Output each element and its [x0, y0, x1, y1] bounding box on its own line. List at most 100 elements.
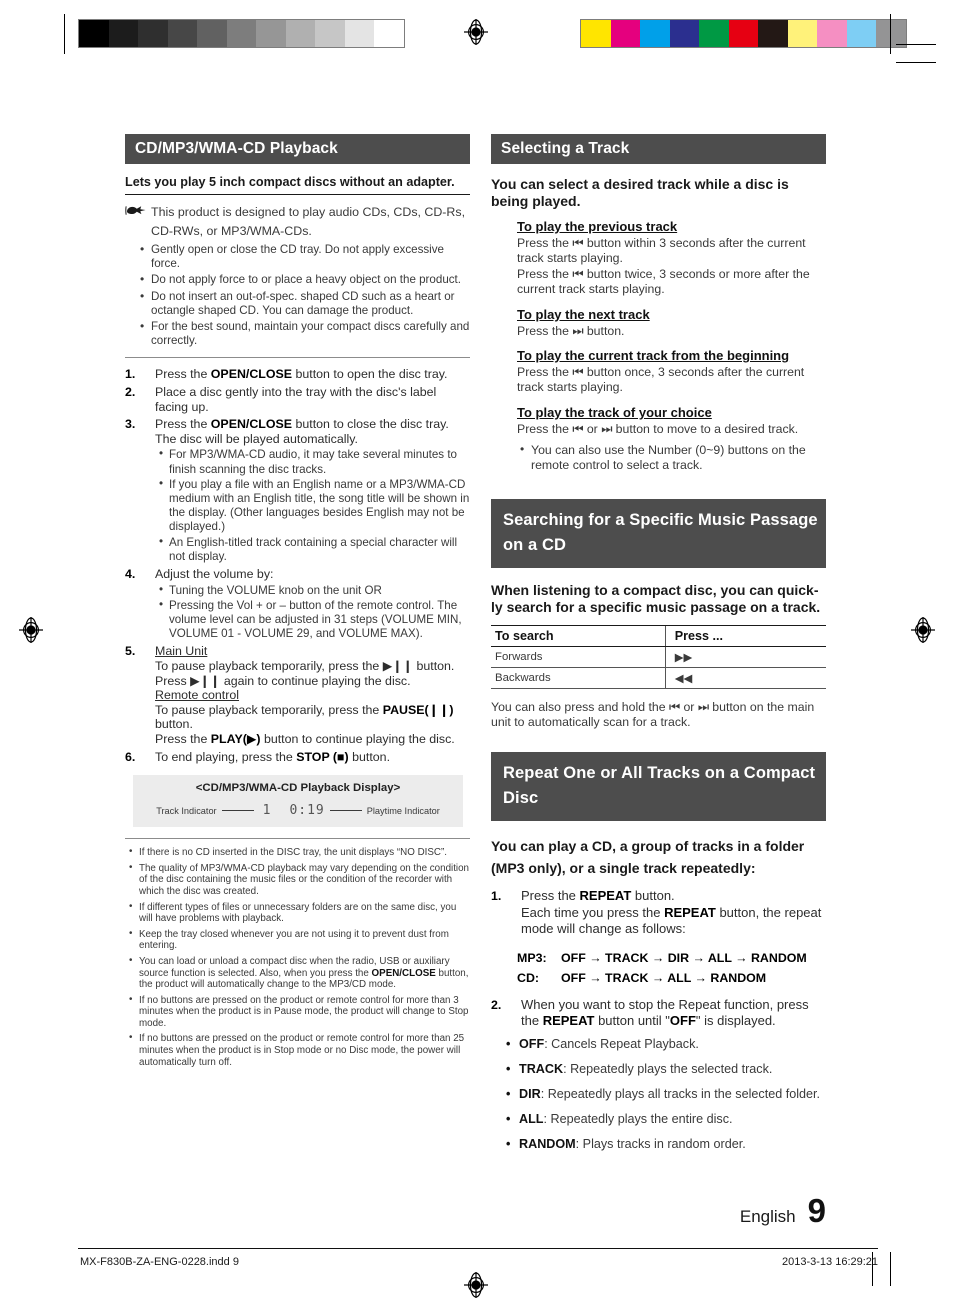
repeat-mode-sequence: OFF → TRACK → DIR → ALL → RANDOM — [561, 950, 807, 965]
track-sub-body: Press the ⏭ button. — [517, 323, 625, 338]
list-item: You can also use the Number (0~9) button… — [520, 442, 826, 473]
crop-mark — [890, 1252, 891, 1286]
track-sub-heading: To play the track of your choice — [517, 404, 712, 420]
color-swatch — [728, 20, 758, 47]
search-button-icon: ◀◀ — [664, 667, 826, 690]
gray-swatch — [285, 20, 315, 47]
definition-item: DIR: Repeatedly plays all tracks in the … — [506, 1086, 826, 1102]
crop-mark — [896, 62, 936, 63]
color-swatch — [581, 20, 611, 47]
step-item: 1. Press the REPEAT button. Each time you … — [491, 888, 826, 938]
column-header-press: Press ... — [664, 625, 826, 648]
step-sub-list: For MP3/WMA-CD audio, it may take severa… — [155, 447, 470, 564]
registration-target-icon-right — [910, 617, 936, 643]
list-item: Do not insert an out-of-spec. shaped CD … — [140, 289, 470, 318]
search-after-text: You can also press and hold the ⏮ or ⏭ b… — [491, 700, 815, 730]
step-item: 3. Press the OPEN/CLOSE button to close t… — [125, 417, 470, 564]
hand-note: This product is designed to play audio C… — [125, 203, 470, 241]
section-heading-selecting-track: Selecting a Track — [491, 134, 826, 164]
repeat-mode-definitions: OFF: Cancels Repeat Playback.TRACK: Repe… — [491, 1036, 826, 1152]
note-item: If there is no CD inserted in the DISC t… — [129, 846, 470, 859]
track-instruction-blocks: To play the previous track Press the ⏮ bu… — [517, 219, 826, 437]
section-heading-repeat: Repeat One or All Tracks on a Compact Di… — [491, 752, 826, 822]
definition-term: ALL — [519, 1111, 544, 1126]
crop-mark — [64, 14, 65, 54]
playtime-value: 0:19 — [289, 803, 325, 819]
hand-note-text: This product is designed to play audio C… — [151, 205, 466, 238]
search-table: To search Press ... Forwards ▶▶ Backwards ◀… — [491, 625, 826, 690]
gray-swatch — [108, 20, 138, 47]
definition-desc: : Repeatedly plays all tracks in the sel… — [540, 1086, 821, 1101]
divider — [125, 357, 470, 359]
language-label: English — [739, 1207, 796, 1226]
step-text: When you want to stop the Repeat functio… — [521, 996, 809, 1029]
track-number-value: 1 — [262, 803, 272, 819]
color-swatch — [610, 20, 640, 47]
definition-item: RANDOM: Plays tracks in random order. — [506, 1136, 826, 1152]
step-number: 6. — [125, 749, 136, 764]
repeat-mode-label: MP3: — [517, 950, 547, 965]
right-column: Selecting a Track You can select a desir… — [491, 134, 826, 1161]
table-row: Backwards ◀◀ — [491, 667, 826, 690]
leader-line — [221, 810, 254, 812]
gray-swatch — [315, 20, 345, 47]
column-header-to-search: To search — [491, 625, 666, 648]
note-item: If no buttons are pressed on the product… — [129, 994, 470, 1030]
definition-term: TRACK — [519, 1061, 564, 1076]
note-item: Keep the tray closed whenever you are no… — [129, 928, 470, 952]
step-text: Press the OPEN/CLOSE button to close the… — [155, 417, 449, 446]
playtime-indicator-label: Playtime Indicator — [366, 805, 440, 816]
repeat-mode-row: CD: OFF → TRACK → ALL → RANDOM — [517, 968, 826, 988]
color-swatch — [669, 20, 699, 47]
step-item: 5. Main Unit To pause playback temporarily… — [125, 644, 470, 746]
note-item: You can load or unload a compact disc wh… — [129, 955, 470, 991]
repeat-mode-row: MP3: OFF → TRACK → DIR → ALL → RANDOM — [517, 948, 826, 968]
search-direction-label: Forwards — [491, 646, 666, 669]
footer-divider — [78, 1248, 878, 1249]
track-bullet-list: You can also use the Number (0~9) button… — [491, 442, 826, 473]
repeat-steps-part1: 1. Press the REPEAT button. Each time you … — [491, 888, 826, 938]
definition-term: DIR — [519, 1086, 541, 1101]
step-number: 4. — [125, 567, 136, 582]
track-sub-body: Press the ⏮ button within 3 seconds afte… — [517, 236, 810, 297]
step-text: Press the OPEN/CLOSE button to open the … — [155, 367, 448, 382]
definition-item: OFF: Cancels Repeat Playback. — [506, 1036, 826, 1052]
search-button-icon: ▶▶ — [664, 646, 826, 669]
step-number: 3. — [125, 417, 136, 432]
lead-text: Lets you play 5 inch compact discs witho… — [125, 175, 470, 195]
color-swatch — [758, 20, 788, 47]
track-sub-body: Press the ⏮ or ⏭ button to move to a des… — [517, 421, 799, 436]
note-item: If no buttons are pressed on the product… — [129, 1032, 470, 1068]
gray-swatch — [79, 20, 109, 47]
left-column: CD/MP3/WMA-CD Playback Lets you play 5 i… — [125, 134, 470, 1072]
track-sub-body: Press the ⏮ button once, 3 seconds after… — [517, 365, 805, 395]
notes-block: If there is no CD inserted in the DISC t… — [125, 838, 470, 1068]
searching-intro: When listening to a compact disc, you ca… — [491, 582, 821, 616]
definition-desc: : Repeatedly plays the entire disc. — [543, 1111, 733, 1126]
repeat-steps-part2: 2. When you want to stop the Repeat funct… — [491, 997, 826, 1030]
notes-list: If there is no CD inserted in the DISC t… — [125, 846, 470, 1068]
indd-file-name: MX-F830B-ZA-ENG-0228.indd 9 — [80, 1256, 239, 1268]
caution-list: Gently open or close the CD tray. Do not… — [125, 242, 470, 348]
track-sub-heading: To play the current track from the begin… — [517, 348, 790, 364]
registration-target-icon-bottom — [463, 1272, 489, 1298]
definition-desc: : Plays tracks in random order. — [575, 1136, 746, 1151]
step-text: Main Unit To pause playback temporarily, … — [155, 644, 455, 746]
color-swatch — [787, 20, 817, 47]
step-number: 5. — [125, 644, 136, 659]
track-indicator-label: Track Indicator — [156, 805, 217, 816]
definition-desc: : Repeatedly plays the selected track. — [563, 1061, 773, 1076]
registration-target-icon-left — [18, 617, 44, 643]
gray-swatch — [197, 20, 227, 47]
manual-page: CD/MP3/WMA-CD Playback Lets you play 5 i… — [0, 0, 954, 1305]
definition-term: OFF — [519, 1036, 545, 1051]
pointing-hand-icon — [125, 203, 149, 241]
page-number: 9 — [807, 1192, 826, 1229]
definition-item: TRACK: Repeatedly plays the selected tra… — [506, 1061, 826, 1077]
section-heading-searching: Searching for a Specific Music Passage o… — [491, 499, 826, 569]
step-text: Press the REPEAT button. Each time you pr… — [521, 888, 822, 937]
gray-swatch — [138, 20, 168, 47]
repeat-intro: You can play a CD, a group of tracks in … — [491, 838, 805, 877]
gray-swatch — [344, 20, 374, 47]
leader-line — [329, 810, 362, 812]
